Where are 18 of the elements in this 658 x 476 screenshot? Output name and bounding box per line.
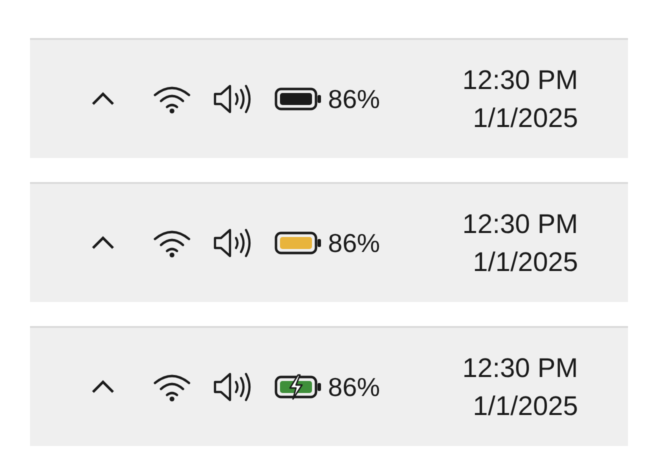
wifi-icon[interactable] xyxy=(152,84,192,114)
wifi-icon[interactable] xyxy=(152,372,192,402)
battery-percent: 86% xyxy=(328,84,380,114)
chevron-up-icon[interactable] xyxy=(90,91,116,107)
clock-time[interactable]: 12:30 PM xyxy=(462,349,578,387)
battery-charging-icon[interactable] xyxy=(274,374,324,400)
battery-icon[interactable] xyxy=(274,230,324,256)
clock-date[interactable]: 1/1/2025 xyxy=(472,99,578,137)
chevron-up-icon[interactable] xyxy=(90,379,116,395)
clock-time[interactable]: 12:30 PM xyxy=(462,61,578,99)
clock-time[interactable]: 12:30 PM xyxy=(462,205,578,243)
clock-date[interactable]: 1/1/2025 xyxy=(472,243,578,281)
battery-percent: 86% xyxy=(328,372,380,402)
battery-icon[interactable] xyxy=(274,86,324,112)
wifi-icon[interactable] xyxy=(152,228,192,258)
battery-percent: 86% xyxy=(328,228,380,258)
chevron-up-icon[interactable] xyxy=(90,235,116,251)
clock-date[interactable]: 1/1/2025 xyxy=(472,387,578,425)
